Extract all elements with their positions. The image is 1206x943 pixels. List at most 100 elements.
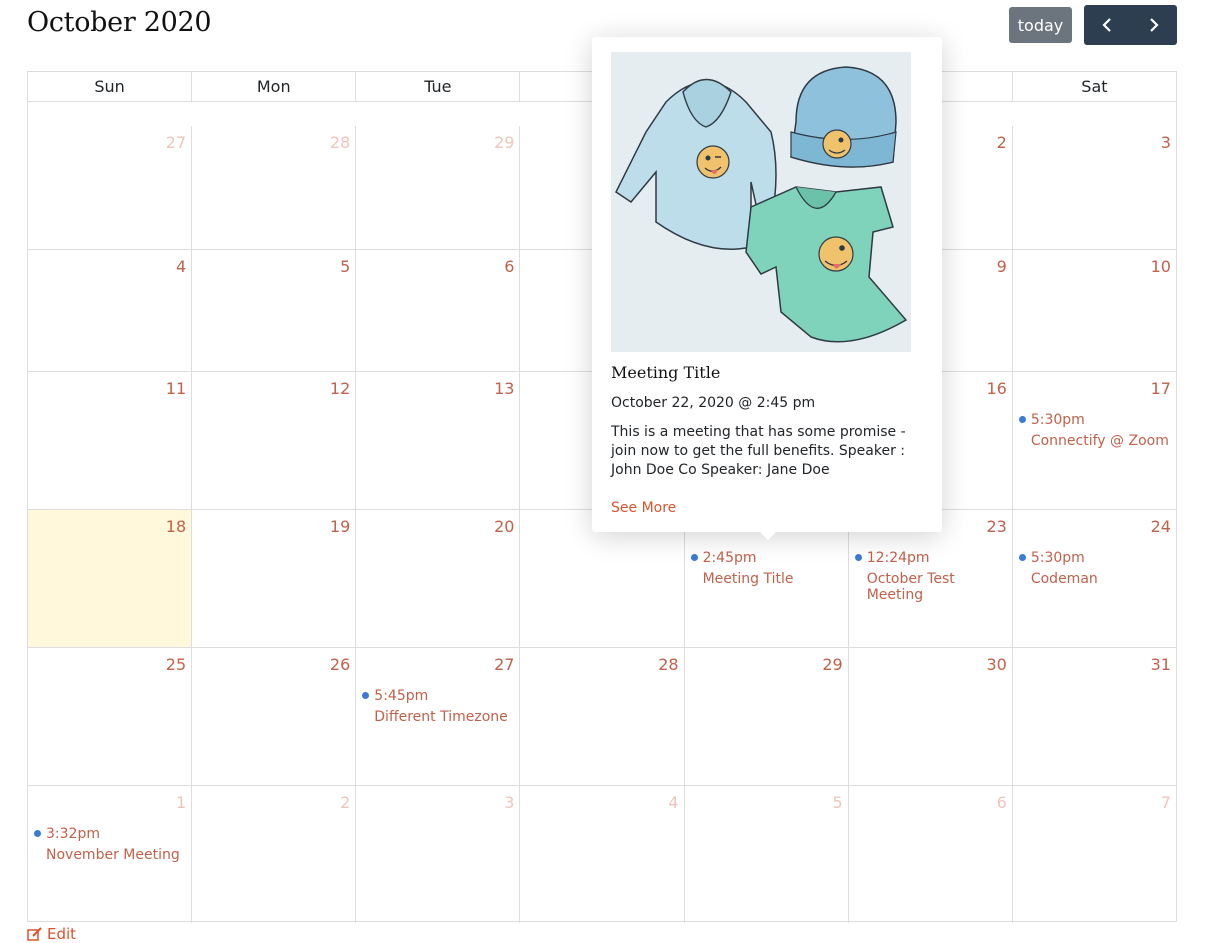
day-number[interactable]: 7 <box>1161 793 1171 812</box>
day-number[interactable]: 31 <box>1151 655 1171 674</box>
calendar-event[interactable]: 12:24pm October Test Meeting <box>854 550 1012 603</box>
week-row: 1 3:32pm November Meeting 2 3 4 5 6 7 <box>28 785 1176 923</box>
day-cell[interactable]: 24 5:30pm Codeman <box>1011 510 1176 647</box>
event-title: November Meeting <box>46 847 180 863</box>
event-title: Meeting Title <box>702 571 794 587</box>
day-cell[interactable]: 5 <box>683 786 848 923</box>
day-cell[interactable]: 4 <box>519 786 683 923</box>
day-cell[interactable]: 10 <box>1011 250 1176 371</box>
day-number[interactable]: 29 <box>822 655 842 674</box>
day-number[interactable]: 25 <box>166 655 186 674</box>
day-number[interactable]: 17 <box>1151 379 1171 398</box>
day-cell[interactable]: 20 <box>355 510 519 647</box>
day-number[interactable]: 19 <box>330 517 350 536</box>
prev-month-button[interactable] <box>1084 5 1131 45</box>
popover-title: Meeting Title <box>611 363 721 382</box>
event-time: 5:30pm <box>1030 550 1085 566</box>
day-cell[interactable]: 2 <box>191 786 355 923</box>
day-cell[interactable]: 6 <box>847 786 1012 923</box>
event-title: Different Timezone <box>374 709 508 725</box>
day-number[interactable]: 10 <box>1151 257 1171 276</box>
day-number[interactable]: 27 <box>166 133 186 152</box>
day-number[interactable]: 2 <box>340 793 350 812</box>
popover-description: This is a meeting that has some promise … <box>611 424 906 478</box>
chevron-right-icon <box>1149 18 1159 32</box>
day-cell[interactable]: 4 <box>28 250 191 371</box>
day-cell[interactable]: 29 <box>355 126 519 249</box>
day-number[interactable]: 5 <box>340 257 350 276</box>
day-cell[interactable]: 17 5:30pm Connectify @ Zoom <box>1011 372 1176 509</box>
day-cell[interactable]: 6 <box>355 250 519 371</box>
calendar-event[interactable]: 2:45pm Meeting Title <box>690 550 794 587</box>
day-number[interactable]: 9 <box>997 257 1007 276</box>
see-more-link[interactable]: See More <box>611 500 676 516</box>
event-time: 5:30pm <box>1030 412 1085 428</box>
day-number[interactable]: 27 <box>494 655 514 674</box>
day-cell[interactable]: 28 <box>191 126 355 249</box>
day-number[interactable]: 24 <box>1151 517 1171 536</box>
event-title: Codeman <box>1030 571 1098 587</box>
day-number[interactable]: 2 <box>997 133 1007 152</box>
day-cell[interactable]: 30 <box>847 648 1012 785</box>
day-number[interactable]: 16 <box>986 379 1006 398</box>
next-month-button[interactable] <box>1131 5 1178 45</box>
day-number[interactable]: 18 <box>166 517 186 536</box>
day-number[interactable]: 29 <box>494 133 514 152</box>
day-number[interactable]: 20 <box>494 517 514 536</box>
day-cell[interactable]: 26 <box>191 648 355 785</box>
day-cell[interactable]: 18 <box>28 510 192 647</box>
day-cell[interactable]: 5 <box>191 250 355 371</box>
day-number[interactable]: 6 <box>997 793 1007 812</box>
day-cell[interactable]: 3 <box>1011 126 1176 249</box>
day-number[interactable]: 6 <box>504 257 514 276</box>
dot-icon <box>1018 416 1026 423</box>
event-title: Connectify @ Zoom <box>1030 433 1169 449</box>
day-cell[interactable]: 12 <box>191 372 355 509</box>
day-number[interactable]: 12 <box>330 379 350 398</box>
weekday-label: Tue <box>355 72 519 101</box>
edit-label: Edit <box>47 925 77 943</box>
calendar-event[interactable]: 5:30pm Codeman <box>1018 550 1098 587</box>
dot-icon <box>362 692 370 699</box>
day-cell[interactable]: 27 <box>28 126 191 249</box>
day-cell[interactable]: 29 <box>683 648 848 785</box>
day-number[interactable]: 1 <box>176 793 186 812</box>
day-number[interactable]: 13 <box>494 379 514 398</box>
today-button[interactable]: today <box>1009 7 1072 43</box>
event-popover: Meeting Title October 22, 2020 @ 2:45 pm… <box>592 37 942 540</box>
day-cell[interactable]: 19 <box>191 510 355 647</box>
chevron-left-icon <box>1102 18 1112 32</box>
event-title: October Test Meeting <box>866 571 955 603</box>
week-row: 25 26 27 5:45pm Different Timezone 28 29 30 31 <box>28 647 1176 785</box>
day-cell[interactable]: 3 <box>355 786 519 923</box>
day-number[interactable]: 3 <box>504 793 514 812</box>
day-cell[interactable]: 11 <box>28 372 191 509</box>
day-number[interactable]: 28 <box>330 133 350 152</box>
day-number[interactable]: 23 <box>986 517 1006 536</box>
day-cell[interactable]: 13 <box>355 372 519 509</box>
day-number[interactable]: 4 <box>668 793 678 812</box>
dot-icon <box>690 554 698 561</box>
day-cell[interactable]: 7 <box>1011 786 1176 923</box>
event-time: 2:45pm <box>702 550 757 566</box>
day-cell[interactable]: 25 <box>28 648 191 785</box>
day-cell[interactable]: 27 5:45pm Different Timezone <box>355 648 519 785</box>
day-cell[interactable]: 31 <box>1011 648 1176 785</box>
day-number[interactable]: 30 <box>986 655 1006 674</box>
calendar-event[interactable]: 5:45pm Different Timezone <box>362 688 508 725</box>
day-cell[interactable]: 28 <box>519 648 683 785</box>
calendar-event[interactable]: 3:32pm November Meeting <box>34 826 180 863</box>
calendar-event[interactable]: 5:30pm Connectify @ Zoom <box>1018 412 1169 449</box>
day-number[interactable]: 3 <box>1161 133 1171 152</box>
event-image <box>611 52 911 352</box>
edit-icon <box>27 927 42 941</box>
edit-link[interactable]: Edit <box>27 925 76 943</box>
day-number[interactable]: 5 <box>833 793 843 812</box>
day-cell[interactable]: 1 3:32pm November Meeting <box>28 786 191 923</box>
day-number[interactable]: 11 <box>166 379 186 398</box>
day-number[interactable]: 4 <box>176 257 186 276</box>
dot-icon <box>854 554 862 561</box>
day-number[interactable]: 28 <box>658 655 678 674</box>
day-number[interactable]: 26 <box>330 655 350 674</box>
month-nav <box>1084 5 1177 45</box>
